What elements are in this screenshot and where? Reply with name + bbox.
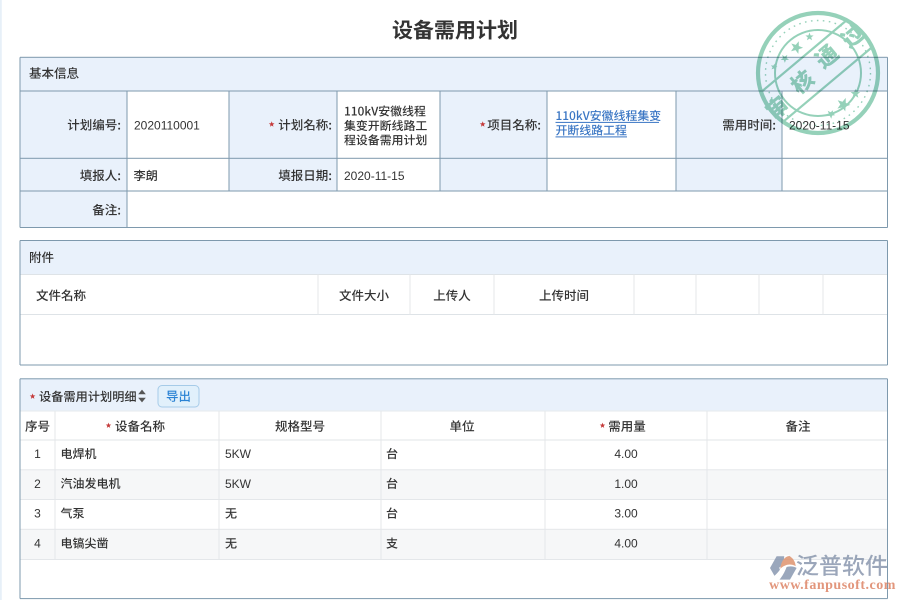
svg-text:1: 1 <box>34 447 41 461</box>
svg-text:4: 4 <box>34 537 41 551</box>
svg-text:3.00: 3.00 <box>614 507 638 521</box>
svg-text:3: 3 <box>34 507 41 521</box>
svg-text:4.00: 4.00 <box>614 537 638 551</box>
svg-text:5KW: 5KW <box>225 477 252 491</box>
svg-text:1.00: 1.00 <box>614 477 638 491</box>
svg-text:2020110001: 2020110001 <box>134 119 200 133</box>
svg-text:4.00: 4.00 <box>614 447 638 461</box>
svg-text:5KW: 5KW <box>225 447 252 461</box>
svg-text:www.fanpusoft.com: www.fanpusoft.com <box>769 578 896 593</box>
svg-text:2: 2 <box>34 477 41 491</box>
svg-text:2020-11-15: 2020-11-15 <box>344 169 405 183</box>
